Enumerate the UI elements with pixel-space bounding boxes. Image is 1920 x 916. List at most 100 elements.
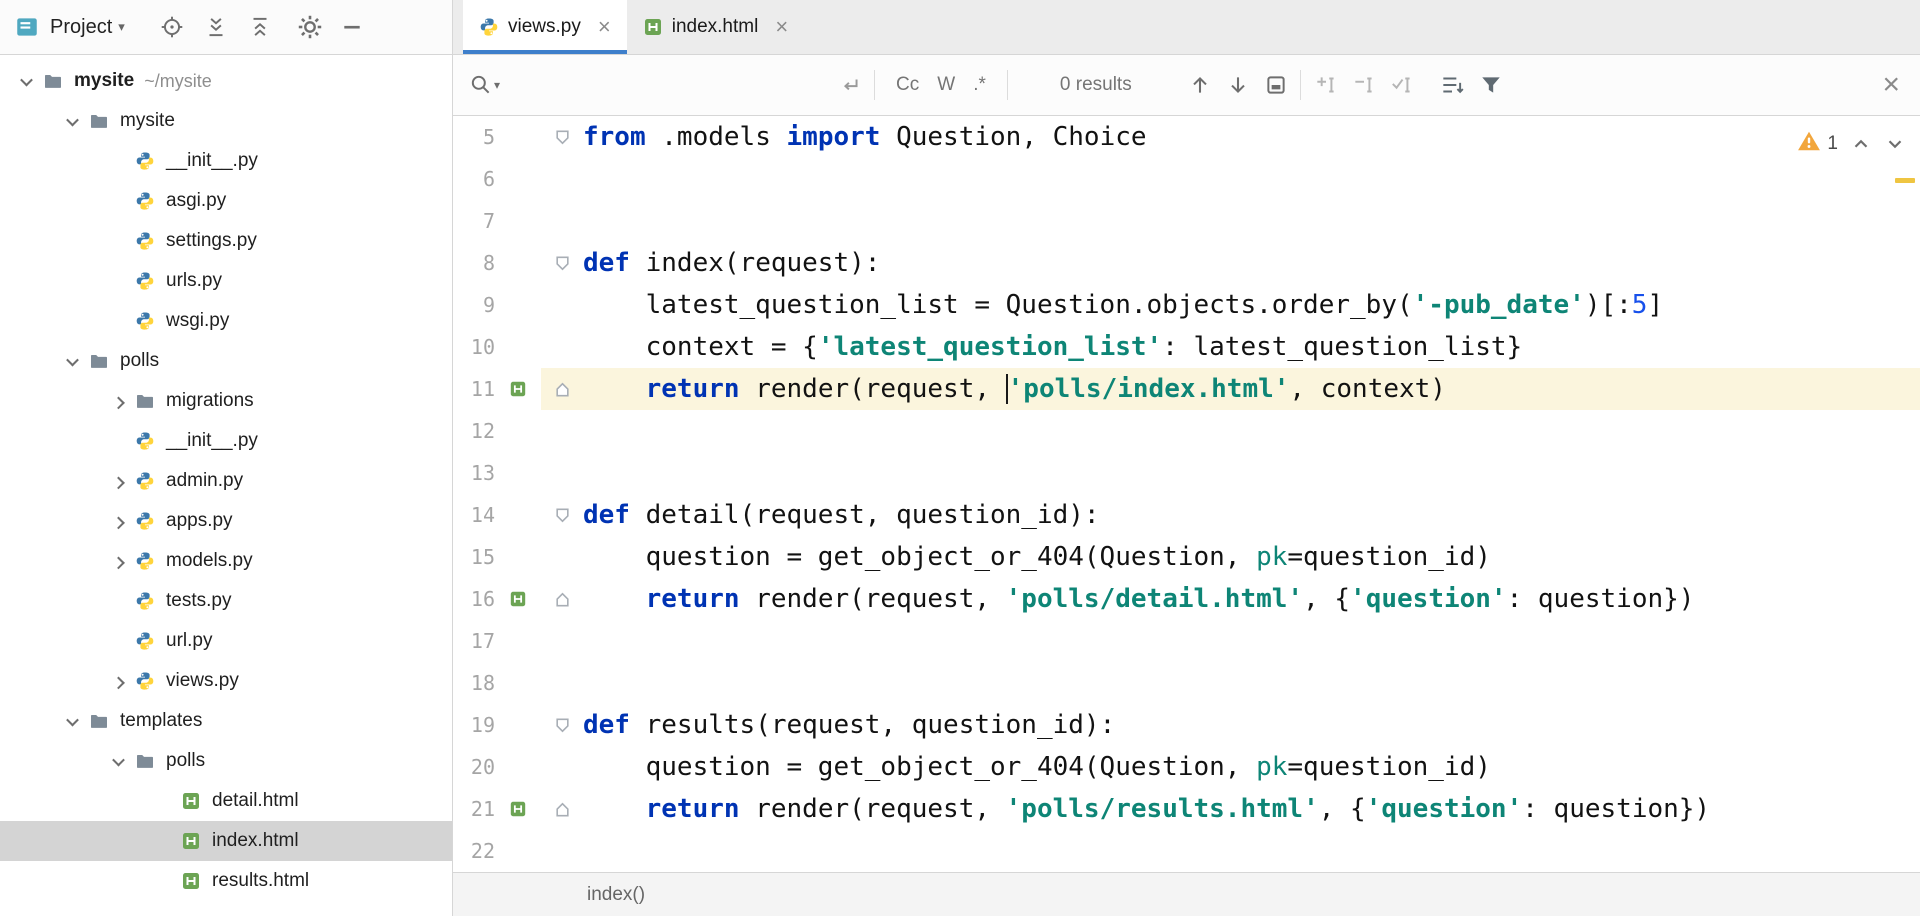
code-line-19[interactable]: 19def results(request, question_id): (453, 704, 1920, 746)
fold-marker-start[interactable] (541, 717, 583, 734)
tree-item-mysite[interactable]: mysite~/mysite (0, 61, 452, 101)
collapse-all-icon[interactable] (247, 14, 273, 40)
code-line-16[interactable]: 16 return render(request, 'polls/detail.… (453, 578, 1920, 620)
chevron-right-icon[interactable] (104, 477, 132, 486)
previous-occurrence-icon[interactable] (1188, 73, 1212, 97)
tree-item-views-py[interactable]: views.py (0, 661, 452, 701)
fold-marker-end[interactable] (541, 381, 583, 398)
search-options-icon[interactable] (1439, 73, 1465, 97)
code-line-10[interactable]: 10 context = {'latest_question_list': la… (453, 326, 1920, 368)
hide-panel-icon[interactable] (341, 16, 363, 38)
code-line-22[interactable]: 22 (453, 830, 1920, 872)
code-line-15[interactable]: 15 question = get_object_or_404(Question… (453, 536, 1920, 578)
chevron-right-icon[interactable] (104, 677, 132, 686)
chevron-down-icon[interactable] (104, 757, 132, 766)
code-line-5[interactable]: 5from .models import Question, Choice (453, 116, 1920, 158)
tree-item-tests-py[interactable]: tests.py (0, 581, 452, 621)
code-line-18[interactable]: 18 (453, 662, 1920, 704)
chevron-down-icon[interactable] (58, 717, 86, 726)
tree-item--init-py[interactable]: __init__.py (0, 141, 452, 181)
search-icon[interactable]: ▾ (469, 73, 500, 97)
breadcrumb-item[interactable]: index() (587, 884, 645, 906)
code-line-8[interactable]: 8def index(request): (453, 242, 1920, 284)
expand-all-icon[interactable] (203, 14, 229, 40)
chevron-down-icon[interactable] (58, 357, 86, 366)
template-gutter-icon[interactable] (495, 380, 541, 398)
tree-item-urls-py[interactable]: urls.py (0, 261, 452, 301)
tree-item-url-py[interactable]: url.py (0, 621, 452, 661)
next-problem-icon[interactable] (1884, 133, 1906, 155)
fold-marker-end[interactable] (541, 591, 583, 608)
tab-views-py[interactable]: views.py × (463, 0, 627, 54)
tree-item-admin-py[interactable]: admin.py (0, 461, 452, 501)
close-tab-icon[interactable]: × (598, 16, 611, 38)
template-gutter-icon[interactable] (495, 800, 541, 818)
code-line-20[interactable]: 20 question = get_object_or_404(Question… (453, 746, 1920, 788)
remove-occurrence-icon[interactable] (1351, 73, 1377, 97)
tree-item-detail-html[interactable]: detail.html (0, 781, 452, 821)
code-line-9[interactable]: 9 latest_question_list = Question.object… (453, 284, 1920, 326)
code-line-11[interactable]: 11 return render(request, 'polls/index.h… (453, 368, 1920, 410)
search-input[interactable] (508, 65, 838, 105)
line-number: 14 (453, 503, 495, 527)
code-token: 'polls/results.html' (1006, 794, 1319, 824)
tab-index-html[interactable]: index.html × (627, 0, 804, 54)
tree-item--init-py[interactable]: __init__.py (0, 421, 452, 461)
filter-icon[interactable] (1479, 73, 1503, 97)
code-line-13[interactable]: 13 (453, 452, 1920, 494)
code-line-21[interactable]: 21 return render(request, 'polls/results… (453, 788, 1920, 830)
code-line-12[interactable]: 12 (453, 410, 1920, 452)
words-toggle[interactable]: W (937, 74, 955, 96)
tree-item-polls[interactable]: polls (0, 341, 452, 381)
fold-marker-start[interactable] (541, 129, 583, 146)
chevron-down-icon[interactable] (12, 77, 40, 86)
chevron-right-icon[interactable] (104, 557, 132, 566)
locate-file-icon[interactable] (159, 14, 185, 40)
scrollbar[interactable] (1906, 116, 1920, 872)
settings-gear-icon[interactable] (297, 14, 323, 40)
tree-item-index-html[interactable]: index.html (0, 821, 452, 861)
tree-item-migrations[interactable]: migrations (0, 381, 452, 421)
tree-item-results-html[interactable]: results.html (0, 861, 452, 901)
template-gutter-icon[interactable] (495, 590, 541, 608)
tree-item-label: results.html (212, 870, 309, 892)
tree-item-apps-py[interactable]: apps.py (0, 501, 452, 541)
chevron-right-icon[interactable] (104, 397, 132, 406)
fold-marker-end[interactable] (541, 801, 583, 818)
add-occurrence-icon[interactable] (1313, 73, 1339, 97)
tree-item-templates[interactable]: templates (0, 701, 452, 741)
tree-item-wsgi-py[interactable]: wsgi.py (0, 301, 452, 341)
line-number: 20 (453, 755, 495, 779)
select-all-occurrences-icon[interactable] (1389, 73, 1415, 97)
code-token: =question_id) (1287, 752, 1491, 782)
chevron-right-icon[interactable] (104, 517, 132, 526)
code-line-7[interactable]: 7 (453, 200, 1920, 242)
regex-toggle[interactable]: .* (973, 74, 986, 96)
tree-item-mysite[interactable]: mysite (0, 101, 452, 141)
close-tab-icon[interactable]: × (775, 16, 788, 38)
code-line-14[interactable]: 14def detail(request, question_id): (453, 494, 1920, 536)
tree-item-asgi-py[interactable]: asgi.py (0, 181, 452, 221)
editor[interactable]: 5from .models import Question, Choice678… (453, 116, 1920, 872)
tree-item-polls[interactable]: polls (0, 741, 452, 781)
match-case-toggle[interactable]: Cc (896, 74, 919, 96)
fold-marker-start[interactable] (541, 507, 583, 524)
prev-problem-icon[interactable] (1850, 133, 1872, 155)
code-line-6[interactable]: 6 (453, 158, 1920, 200)
newline-icon[interactable] (838, 73, 862, 97)
tree-item-settings-py[interactable]: settings.py (0, 221, 452, 261)
html-file-icon (178, 871, 204, 891)
next-occurrence-icon[interactable] (1226, 73, 1250, 97)
code-token: , { (1319, 794, 1366, 824)
code-token: render(request, (740, 584, 1006, 614)
fold-marker-start[interactable] (541, 255, 583, 272)
close-search-icon[interactable]: × (1882, 70, 1900, 100)
line-number: 16 (453, 587, 495, 611)
code-text: latest_question_list = Question.objects.… (583, 290, 1663, 320)
chevron-down-icon[interactable] (58, 117, 86, 126)
project-selector[interactable]: Project ▾ (50, 16, 125, 39)
project-tool-window-icon[interactable] (14, 14, 40, 40)
code-line-17[interactable]: 17 (453, 620, 1920, 662)
tree-item-models-py[interactable]: models.py (0, 541, 452, 581)
find-in-selection-icon[interactable] (1264, 73, 1288, 97)
